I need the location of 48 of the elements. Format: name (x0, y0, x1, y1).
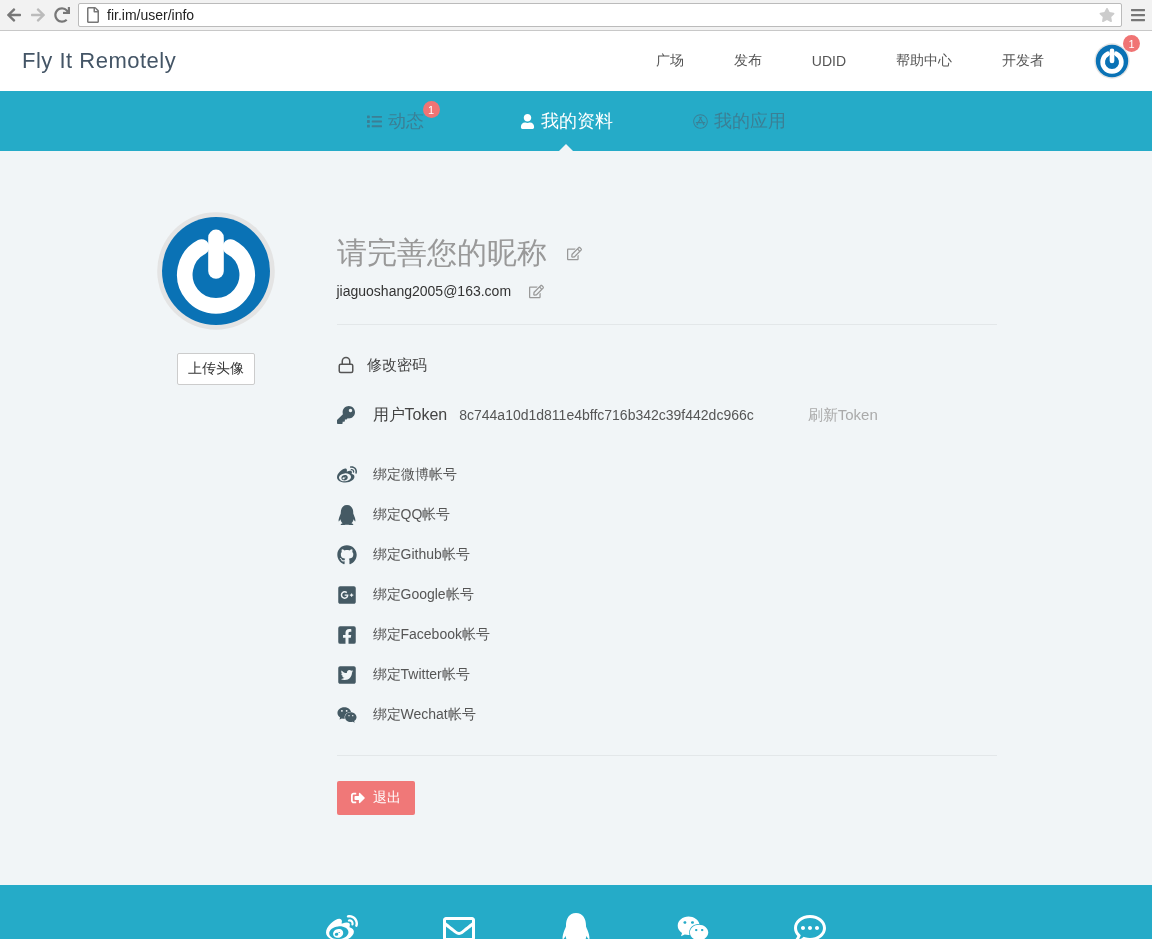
brand-name: Fly It Remotely (22, 48, 178, 74)
nav-link[interactable]: UDID (811, 53, 846, 69)
token-value: 8c744a10d1d811e4bffc716b342c39f442dc966c (459, 407, 754, 423)
chat-bubbles-icon (336, 705, 357, 725)
user-icon (519, 113, 535, 129)
bind-account-link[interactable]: 绑定QQ帐号 (372, 506, 451, 524)
bind-account-link[interactable]: 绑定Facebook帐号 (372, 626, 490, 644)
back-icon[interactable] (6, 7, 22, 23)
user-avatar (1094, 43, 1130, 79)
lock-icon (336, 356, 355, 374)
edit-icon[interactable] (529, 283, 545, 299)
menu-icon[interactable] (1130, 7, 1146, 23)
page-icon (85, 7, 101, 23)
forward-icon[interactable] (30, 7, 46, 23)
address-bar[interactable]: fir.im/user/info (78, 3, 1122, 27)
bird-icon (336, 665, 357, 685)
list-icon (366, 113, 382, 129)
nav-link[interactable]: 发布 (733, 52, 762, 70)
google-plus-icon (336, 585, 357, 605)
count-badge: 1 (422, 101, 440, 118)
nickname: 请完善您的昵称 (336, 235, 547, 271)
bind-account-link[interactable]: 绑定Google帐号 (372, 586, 474, 604)
weibo-icon (336, 465, 357, 485)
email: jiaguoshang2005@163.com (336, 283, 512, 299)
weibo-icon[interactable] (326, 913, 358, 939)
notification-badge: 1 (1123, 35, 1140, 52)
nav-link[interactable]: 广场 (655, 52, 684, 70)
upload-avatar-button[interactable]: 上传头像 (176, 353, 255, 385)
url-text: fir.im/user/info (107, 7, 195, 23)
cat-icon (336, 545, 357, 565)
bind-account-link[interactable]: 绑定微博帐号 (372, 466, 457, 484)
nav-link[interactable]: 开发者 (1002, 52, 1044, 70)
message-icon[interactable] (794, 913, 826, 939)
penguin-icon[interactable] (560, 913, 592, 939)
edit-icon[interactable] (566, 246, 582, 261)
change-password-link[interactable]: 修改密码 (366, 355, 427, 375)
facebook-icon (336, 625, 357, 645)
apps-icon (692, 113, 708, 129)
bind-account-link[interactable]: 绑定Wechat帐号 (372, 706, 476, 724)
penguin-icon (336, 505, 357, 525)
star-icon[interactable] (1099, 7, 1115, 23)
nav-link[interactable]: 帮助中心 (896, 52, 952, 70)
key-icon (336, 406, 355, 424)
reload-icon[interactable] (54, 7, 70, 23)
bind-account-link[interactable]: 绑定Github帐号 (372, 546, 470, 564)
sign-out-icon (350, 791, 365, 805)
bind-account-link[interactable]: 绑定Twitter帐号 (372, 666, 470, 684)
token-label: 用户Token (372, 404, 448, 425)
